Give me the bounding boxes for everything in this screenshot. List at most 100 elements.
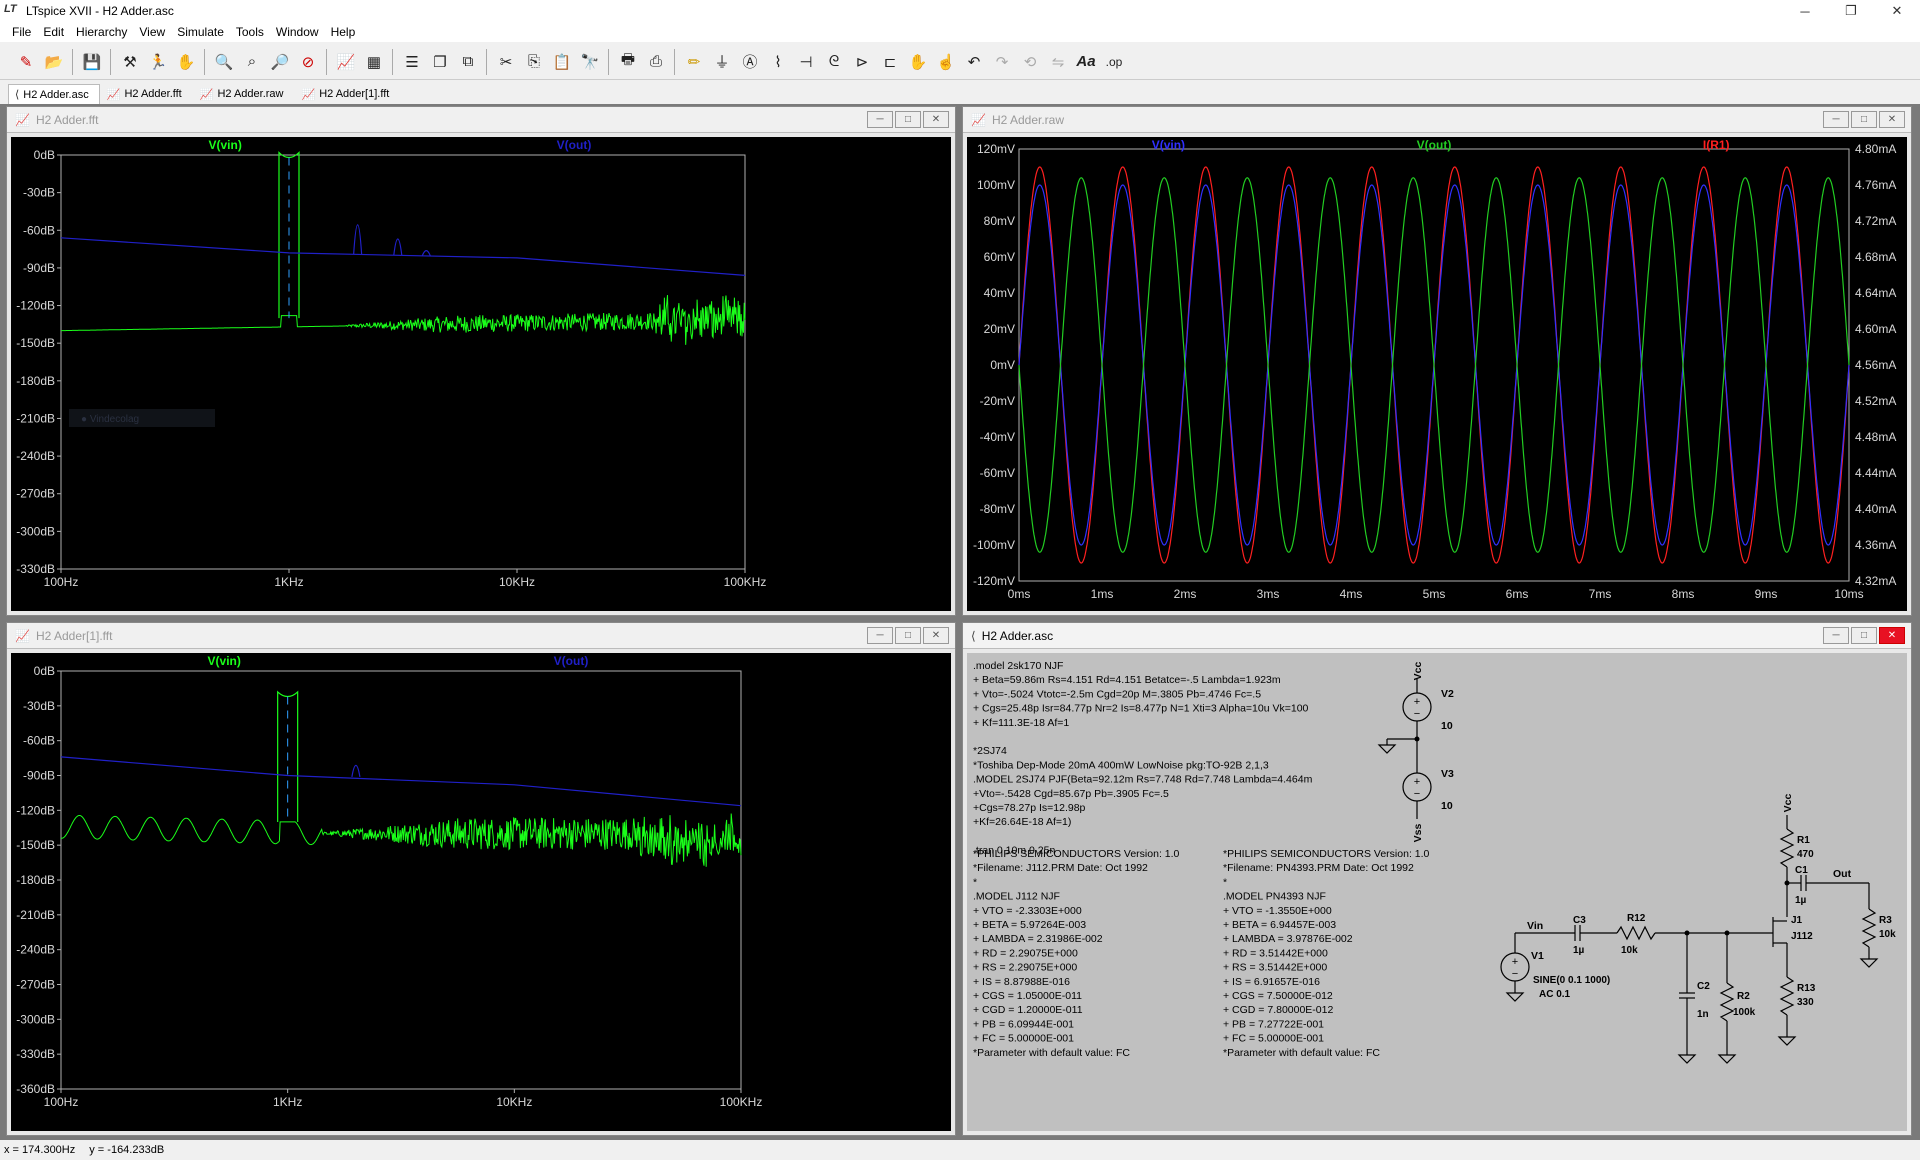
control-panel-icon[interactable]: ⚒ xyxy=(116,48,144,76)
menu-bar: File Edit Hierarchy View Simulate Tools … xyxy=(0,22,1920,42)
minimize-button[interactable]: ─ xyxy=(1823,627,1849,644)
model-pn4393-line: * xyxy=(1223,876,1227,888)
schematic-canvas[interactable]: .model 2sk170 NJF + Beta=59.86m Rs=4.151 … xyxy=(967,653,1907,1131)
maximize-button[interactable]: □ xyxy=(1851,111,1877,128)
close-button[interactable]: ✕ xyxy=(1879,627,1905,644)
toolbar-separator xyxy=(72,48,74,75)
move-icon[interactable]: ✋ xyxy=(904,48,932,76)
y-tick-label: -330dB xyxy=(16,1047,55,1061)
menu-window[interactable]: Window xyxy=(270,25,325,39)
view-grid-icon[interactable]: ▦ xyxy=(360,48,388,76)
copy-icon[interactable]: ⎘ xyxy=(520,48,548,76)
menu-tools[interactable]: Tools xyxy=(230,25,270,39)
paste-icon[interactable]: 📋 xyxy=(548,48,576,76)
cursor-y-readout: y = -164.233dB xyxy=(89,1144,165,1156)
subwindow-controls: ─ □ ✕ xyxy=(867,627,949,644)
component-name-r1: R1 xyxy=(1797,835,1810,846)
window-titlebar[interactable]: 📈 H2 Adder.raw ─ □ ✕ xyxy=(963,107,1911,133)
window-titlebar[interactable]: ⟨ H2 Adder.asc ─ □ ✕ xyxy=(963,623,1911,649)
tooltip-text: ● Vindecolag xyxy=(81,414,139,425)
x-tick-label: 10KHz xyxy=(499,575,535,589)
schematic-drawing[interactable]: .model 2sk170 NJF + Beta=59.86m Rs=4.151 … xyxy=(967,653,1907,1131)
maximize-button[interactable]: □ xyxy=(895,111,921,128)
text-icon[interactable]: Aa xyxy=(1072,48,1100,76)
polarity-minus: − xyxy=(1414,788,1420,800)
minimize-button[interactable]: ─ xyxy=(1823,111,1849,128)
trace-label-vin: V(vin) xyxy=(208,138,241,152)
plot-pane[interactable]: 0dB -30dB -60dB -90dB -120dB -150dB -180dB -210… xyxy=(11,653,951,1131)
menu-hierarchy[interactable]: Hierarchy xyxy=(70,25,133,39)
cut-icon[interactable]: ✂ xyxy=(492,48,520,76)
print-setup-icon[interactable]: ⎙ xyxy=(642,48,670,76)
close-button[interactable]: ✕ xyxy=(923,627,949,644)
minimize-button[interactable]: ─ xyxy=(1782,0,1828,22)
subwindow-controls: ─ □ ✕ xyxy=(867,111,949,128)
transient-plot[interactable]: 120mV 4.80mA 100mV 4.76mA 80mV 4.72mA 60mV 4.68… xyxy=(967,137,1907,611)
subwindow-controls: ─ □ ✕ xyxy=(1823,111,1905,128)
cascade-icon[interactable]: ❐ xyxy=(426,48,454,76)
component-icon[interactable]: ⊏ xyxy=(876,48,904,76)
label-net-icon[interactable]: Ⓐ xyxy=(736,48,764,76)
minimize-button[interactable]: ─ xyxy=(867,111,893,128)
new-schematic-icon[interactable]: ✎ xyxy=(12,48,40,76)
draw-wire-icon[interactable]: ✏ xyxy=(680,48,708,76)
mirror-icon[interactable]: ⇋ xyxy=(1044,48,1072,76)
x-tick-label: 1ms xyxy=(1091,587,1114,601)
model-j112-line: * xyxy=(973,876,977,888)
y2-tick-label: 4.36mA xyxy=(1855,538,1896,552)
zoom-in-icon[interactable]: 🔍 xyxy=(210,48,238,76)
zoom-fit-icon[interactable]: ⊘ xyxy=(294,48,322,76)
tab-fft[interactable]: 📈 H2 Adder.fft xyxy=(100,84,193,104)
y-tick-label: 0mV xyxy=(990,358,1015,372)
component-value-v3: 10 xyxy=(1441,800,1453,812)
rotate-icon[interactable]: ⟲ xyxy=(1016,48,1044,76)
menu-view[interactable]: View xyxy=(133,25,171,39)
menu-simulate[interactable]: Simulate xyxy=(171,25,230,39)
close-all-icon[interactable]: ⧉ xyxy=(454,48,482,76)
run-icon[interactable]: 🏃 xyxy=(144,48,172,76)
x-tick-label: 4ms xyxy=(1340,587,1363,601)
fft-plot-2[interactable]: 0dB -30dB -60dB -90dB -120dB -150dB -180dB -210… xyxy=(11,653,951,1131)
save-icon[interactable]: 💾 xyxy=(78,48,106,76)
minimize-button[interactable]: ─ xyxy=(867,627,893,644)
zoom-pan-icon[interactable]: ⌕ xyxy=(238,48,266,76)
window-titlebar[interactable]: 📈 H2 Adder.fft ─ □ ✕ xyxy=(7,107,955,133)
tab-schematic[interactable]: ⟨ H2 Adder.asc xyxy=(8,84,100,104)
close-button[interactable]: ✕ xyxy=(923,111,949,128)
close-button[interactable]: ✕ xyxy=(1879,111,1905,128)
tab-raw[interactable]: 📈 H2 Adder.raw xyxy=(193,84,295,104)
inductor-icon[interactable]: ᘓ xyxy=(820,48,848,76)
menu-file[interactable]: File xyxy=(6,25,37,39)
print-icon[interactable]: 🖶 xyxy=(614,48,642,76)
menu-edit[interactable]: Edit xyxy=(37,25,70,39)
fft-plot-1[interactable]: 0dB -30dB -60dB -90dB -120dB -150dB -180dB -210… xyxy=(11,137,951,611)
tab-fft2[interactable]: 📈 H2 Adder[1].fft xyxy=(294,84,400,104)
spice-directive-icon[interactable]: .op xyxy=(1100,48,1128,76)
y-tick-label: 40mV xyxy=(984,286,1015,300)
capacitor-icon[interactable]: ⊣ xyxy=(792,48,820,76)
maximize-button[interactable]: □ xyxy=(1851,627,1877,644)
diode-icon[interactable]: ⊳ xyxy=(848,48,876,76)
open-icon[interactable]: 📂 xyxy=(40,48,68,76)
autorange-icon[interactable]: 📈 xyxy=(332,48,360,76)
ground-icon[interactable]: ⏚ xyxy=(708,48,736,76)
resistor-icon[interactable]: ⌇ xyxy=(764,48,792,76)
tile-icon[interactable]: ☰ xyxy=(398,48,426,76)
close-button[interactable]: ✕ xyxy=(1874,0,1920,22)
find-icon[interactable]: 🔭 xyxy=(576,48,604,76)
schematic-icon: ⟨ xyxy=(15,89,20,101)
undo-icon[interactable]: ↶ xyxy=(960,48,988,76)
drag-icon[interactable]: ☝ xyxy=(932,48,960,76)
maximize-button[interactable]: □ xyxy=(895,627,921,644)
menu-help[interactable]: Help xyxy=(325,25,362,39)
zoom-out-icon[interactable]: 🔎 xyxy=(266,48,294,76)
plot-pane[interactable]: 0dB -30dB -60dB -90dB -120dB -150dB -180dB -210… xyxy=(11,137,951,611)
halt-icon[interactable]: ✋ xyxy=(172,48,200,76)
component-name-c3: C3 xyxy=(1573,915,1586,926)
redo-icon[interactable]: ↷ xyxy=(988,48,1016,76)
component-value-c1: 1µ xyxy=(1795,895,1807,906)
spice-directive-line: *Toshiba Dep-Mode 20mA 400mW LowNoise pk… xyxy=(973,759,1269,771)
restore-button[interactable]: ❐ xyxy=(1828,0,1874,22)
plot-pane[interactable]: 120mV 4.80mA 100mV 4.76mA 80mV 4.72mA 60mV 4.68… xyxy=(967,137,1907,611)
window-titlebar[interactable]: 📈 H2 Adder[1].fft ─ □ ✕ xyxy=(7,623,955,649)
